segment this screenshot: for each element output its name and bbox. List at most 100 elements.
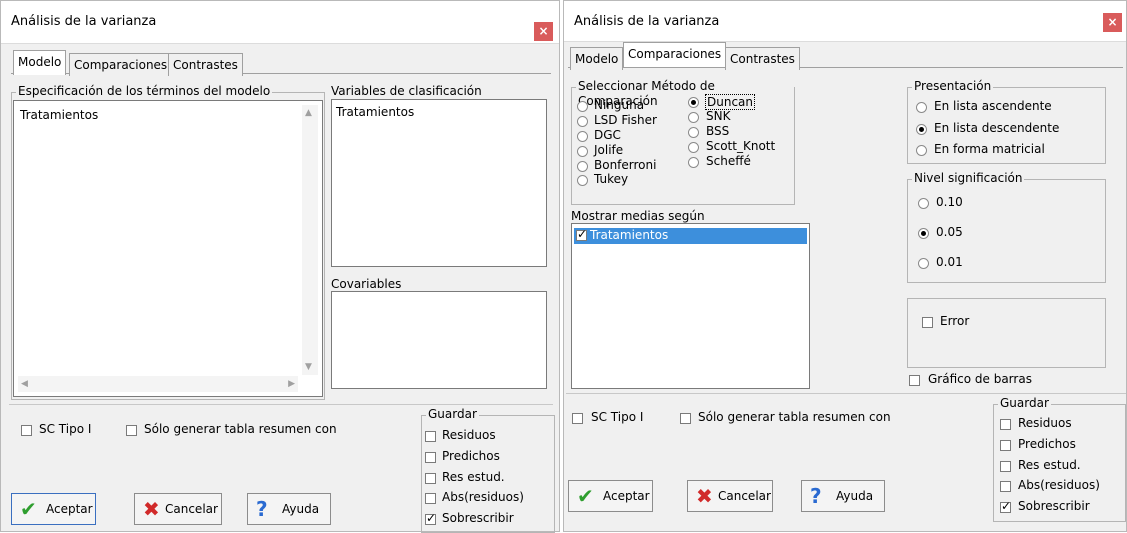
presentacion-label: Presentación bbox=[912, 79, 994, 94]
method-lsd-radio[interactable] bbox=[577, 116, 588, 127]
right-guardar-resestud-label: Res estud. bbox=[1018, 458, 1081, 472]
right-help-button[interactable]: ? Ayuda bbox=[801, 480, 885, 512]
right-tab-comparaciones[interactable]: Comparaciones bbox=[623, 42, 727, 67]
right-dialog-title: Análisis de la varianza bbox=[574, 14, 720, 29]
left-guardar-predichos-checkbox[interactable] bbox=[425, 452, 436, 463]
scroll-left-icon[interactable]: ◀ bbox=[21, 379, 28, 389]
left-cancel-label: Cancelar bbox=[165, 502, 218, 516]
left-solo-label: Sólo generar tabla resumen con bbox=[144, 422, 337, 436]
method-dgc-radio[interactable] bbox=[577, 131, 588, 142]
check-icon: ✔ bbox=[20, 497, 37, 521]
grafico-barras-checkbox[interactable] bbox=[909, 375, 920, 386]
right-sc-tipo-label: SC Tipo I bbox=[591, 410, 644, 424]
left-titlebar: Análisis de la varianza × bbox=[1, 1, 559, 44]
right-help-label: Ayuda bbox=[836, 489, 874, 503]
scroll-up-icon[interactable]: ▲ bbox=[305, 108, 312, 118]
nivel-001-label: 0.01 bbox=[936, 255, 963, 269]
method-duncan-radio[interactable] bbox=[688, 97, 699, 108]
presentacion-desc-label: En lista descendente bbox=[934, 121, 1060, 135]
method-bss-label: BSS bbox=[706, 124, 730, 138]
right-accept-button[interactable]: ✔ Aceptar bbox=[568, 480, 653, 512]
right-guardar-sobrescribir-checkbox[interactable] bbox=[1000, 499, 1011, 513]
method-scheffe-radio[interactable] bbox=[688, 157, 699, 168]
method-scheffe-label: Scheffé bbox=[706, 154, 751, 168]
right-guardar-abs-checkbox[interactable] bbox=[1000, 481, 1011, 492]
covariables-list[interactable] bbox=[331, 291, 547, 389]
model-list-vscroll[interactable]: ▲ ▼ bbox=[302, 105, 318, 375]
method-bss-radio[interactable] bbox=[688, 127, 699, 138]
method-snk-radio[interactable] bbox=[688, 112, 699, 123]
right-guardar-sobrescribir-label: Sobrescribir bbox=[1018, 499, 1090, 513]
right-guardar-abs-label: Abs(residuos) bbox=[1018, 478, 1100, 492]
right-guardar-resestud-checkbox[interactable] bbox=[1000, 461, 1011, 472]
help-icon: ? bbox=[810, 484, 822, 508]
left-help-label: Ayuda bbox=[282, 502, 320, 516]
method-ninguna-radio[interactable] bbox=[577, 101, 588, 112]
right-guardar-residuos-checkbox[interactable] bbox=[1000, 419, 1011, 430]
presentacion-desc-radio[interactable] bbox=[916, 124, 927, 135]
right-sc-tipo-checkbox[interactable] bbox=[572, 413, 583, 424]
method-scott-knott-label: Scott_Knott bbox=[706, 139, 776, 153]
nivel-001-radio[interactable] bbox=[918, 258, 929, 269]
check-icon: ✔ bbox=[577, 484, 594, 508]
left-solo-checkbox[interactable] bbox=[126, 425, 137, 436]
method-tukey-radio[interactable] bbox=[577, 175, 588, 186]
class-vars-list[interactable]: Tratamientos bbox=[331, 99, 547, 267]
left-guardar-predichos-label: Predichos bbox=[442, 449, 500, 463]
left-sc-tipo-checkbox[interactable] bbox=[21, 425, 32, 436]
right-guardar-predichos-checkbox[interactable] bbox=[1000, 440, 1011, 451]
right-tab-contrastes[interactable]: Contrastes bbox=[725, 47, 800, 70]
method-jolife-radio[interactable] bbox=[577, 146, 588, 157]
method-bonferroni-radio[interactable] bbox=[577, 161, 588, 172]
left-help-button[interactable]: ? Ayuda bbox=[247, 493, 331, 525]
left-sc-tipo-label: SC Tipo I bbox=[39, 422, 92, 436]
mostrar-medias-list[interactable]: Tratamientos bbox=[571, 223, 810, 389]
presentacion-asc-radio[interactable] bbox=[916, 102, 927, 113]
method-jolife-label: Jolife bbox=[594, 143, 624, 157]
left-divider bbox=[9, 404, 553, 405]
right-dialog: Análisis de la varianza × Modelo Compara… bbox=[563, 0, 1127, 532]
right-cancel-label: Cancelar bbox=[718, 489, 771, 503]
left-guardar-sobrescribir-label: Sobrescribir bbox=[442, 511, 514, 525]
presentacion-matrix-radio[interactable] bbox=[916, 145, 927, 156]
nivel-010-radio[interactable] bbox=[918, 198, 929, 209]
covariables-label: Covariables bbox=[331, 277, 402, 291]
right-solo-label: Sólo generar tabla resumen con bbox=[698, 410, 891, 424]
left-cancel-button[interactable]: ✖ Cancelar bbox=[134, 493, 222, 525]
left-tab-modelo[interactable]: Modelo bbox=[13, 50, 67, 75]
method-snk-label: SNK bbox=[706, 109, 731, 123]
model-list-hscroll[interactable]: ◀ ▶ bbox=[18, 376, 298, 392]
class-var-item[interactable]: Tratamientos bbox=[336, 105, 414, 119]
right-guardar-predichos-label: Predichos bbox=[1018, 437, 1076, 451]
help-icon: ? bbox=[256, 497, 268, 521]
model-term-item[interactable]: Tratamientos bbox=[20, 108, 98, 122]
left-guardar-residuos-checkbox[interactable] bbox=[425, 431, 436, 442]
nivel-005-radio[interactable] bbox=[918, 228, 929, 239]
model-terms-list[interactable]: Tratamientos ▲ ▼ ◀ ▶ bbox=[13, 100, 323, 397]
grafico-barras-label: Gráfico de barras bbox=[928, 372, 1032, 386]
left-close-button[interactable]: × bbox=[534, 22, 553, 41]
right-close-button[interactable]: × bbox=[1103, 13, 1122, 32]
scroll-down-icon[interactable]: ▼ bbox=[305, 362, 312, 372]
model-terms-label: Especificación de los términos del model… bbox=[16, 84, 273, 99]
scroll-right-icon[interactable]: ▶ bbox=[288, 379, 295, 389]
right-solo-checkbox[interactable] bbox=[680, 413, 691, 424]
right-tab-modelo[interactable]: Modelo bbox=[570, 47, 624, 70]
method-scott-knott-radio[interactable] bbox=[688, 142, 699, 153]
left-guardar-abs-checkbox[interactable] bbox=[425, 493, 436, 504]
method-lsd-label: LSD Fisher bbox=[594, 113, 657, 127]
left-accept-button[interactable]: ✔ Aceptar bbox=[11, 493, 96, 525]
tratamientos-checkbox[interactable] bbox=[576, 227, 587, 241]
x-icon: ✖ bbox=[143, 497, 160, 521]
nivel-label: Nivel significación bbox=[912, 171, 1025, 186]
class-vars-label: Variables de clasificación bbox=[331, 84, 482, 98]
error-checkbox[interactable] bbox=[922, 317, 933, 328]
left-tab-contrastes[interactable]: Contrastes bbox=[168, 53, 243, 76]
left-guardar-resestud-checkbox[interactable] bbox=[425, 473, 436, 484]
mostrar-medias-row[interactable]: Tratamientos bbox=[574, 227, 807, 244]
right-cancel-button[interactable]: ✖ Cancelar bbox=[687, 480, 773, 512]
left-tab-comparaciones[interactable]: Comparaciones bbox=[69, 53, 173, 76]
x-icon: ✖ bbox=[696, 484, 713, 508]
mostrar-medias-label: Mostrar medias según bbox=[571, 209, 705, 223]
left-guardar-sobrescribir-checkbox[interactable] bbox=[425, 511, 436, 525]
